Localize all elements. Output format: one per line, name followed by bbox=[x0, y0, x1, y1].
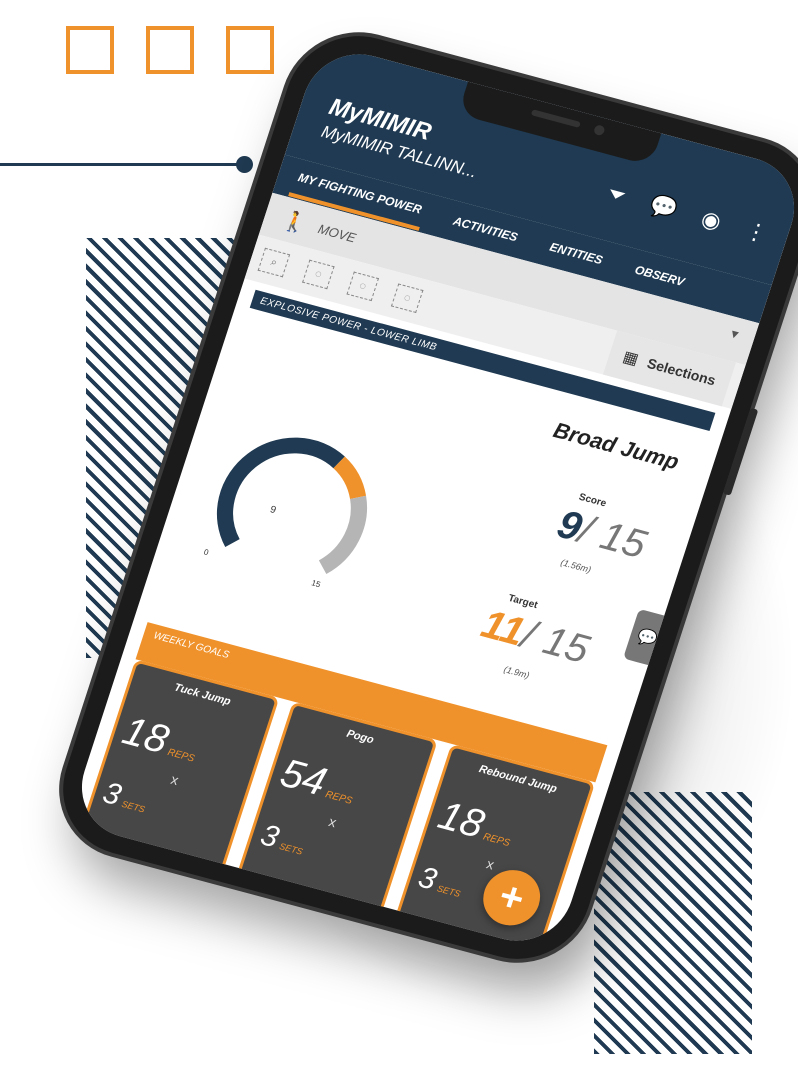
gauge-value-label: 9 bbox=[269, 504, 278, 516]
selections-label: Selections bbox=[645, 355, 718, 389]
gauge-min-label: 0 bbox=[203, 548, 211, 558]
decorative-dot bbox=[236, 156, 253, 173]
goal-reps-value: 18 bbox=[117, 708, 174, 763]
notch-speaker bbox=[530, 109, 581, 128]
score-subtext: (1.56m) bbox=[559, 557, 593, 575]
gauge-arc-target bbox=[333, 456, 367, 500]
move-label: MOVE bbox=[316, 220, 358, 245]
eye-icon[interactable]: ◉ bbox=[698, 205, 724, 235]
filter-option-icon[interactable]: ◌ bbox=[390, 283, 424, 314]
decorative-line bbox=[0, 163, 244, 166]
goal-sets-unit: SETS bbox=[435, 883, 462, 900]
decorative-square bbox=[146, 26, 194, 74]
score-denominator: / 15 bbox=[573, 507, 652, 568]
notch-camera bbox=[592, 124, 606, 137]
goal-sets-unit: SETS bbox=[120, 798, 147, 815]
selections-icon: ▦ bbox=[620, 348, 641, 369]
goal-reps-unit: REPS bbox=[323, 789, 354, 807]
filter-option-icon[interactable]: ◌ bbox=[302, 259, 335, 290]
target-subtext: (1.9m) bbox=[502, 664, 531, 681]
filter-option-icon[interactable]: ◌ bbox=[346, 271, 380, 302]
decorative-square bbox=[226, 26, 274, 74]
gauge-max-label: 15 bbox=[310, 578, 322, 589]
metric-title: Broad Jump bbox=[550, 417, 683, 475]
filter-search-icon[interactable]: ⌕ bbox=[257, 247, 291, 278]
goal-sets-unit: SETS bbox=[278, 841, 304, 857]
gauge-arc-score bbox=[216, 437, 345, 547]
goal-reps-value: 54 bbox=[275, 751, 332, 805]
goal-reps-unit: REPS bbox=[481, 831, 512, 850]
decorative-square bbox=[66, 26, 114, 74]
more-vertical-icon[interactable]: ⋮ bbox=[742, 217, 771, 247]
goal-title: Pogo bbox=[345, 727, 376, 747]
goal-reps-unit: REPS bbox=[166, 747, 196, 765]
score-gauge: 9 0 15 bbox=[203, 437, 367, 589]
goal-reps-value: 18 bbox=[432, 793, 490, 847]
gauge-arc-remaining bbox=[318, 495, 367, 575]
walking-person-icon: 🚶 bbox=[279, 208, 311, 236]
goal-title: Tuck Jump bbox=[172, 681, 233, 708]
goal-title: Rebound Jump bbox=[477, 763, 559, 796]
target-denominator: / 15 bbox=[516, 612, 595, 672]
target-value: 11/ 15 bbox=[476, 602, 594, 673]
